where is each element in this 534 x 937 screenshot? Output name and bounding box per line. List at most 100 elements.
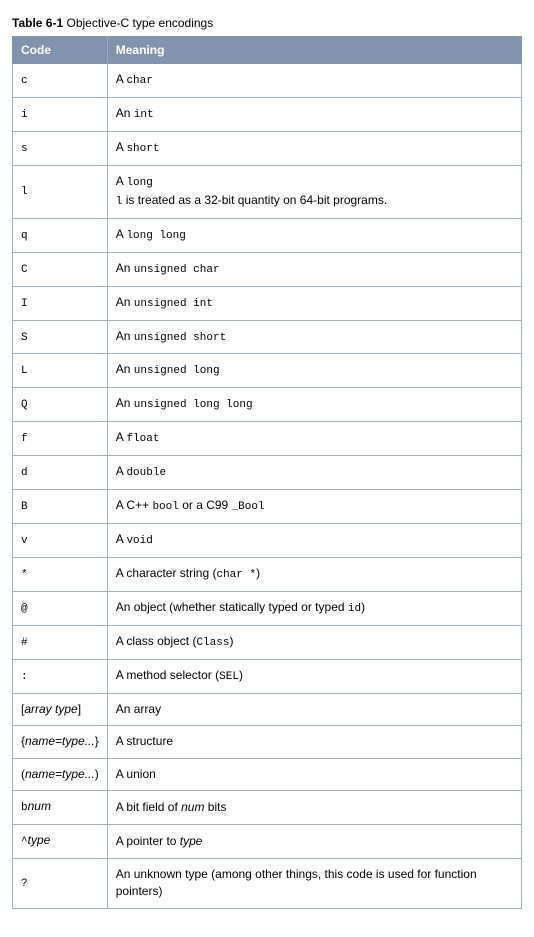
text: An unknown type (among other things, thi… xyxy=(116,867,477,898)
cell-meaning: An unknown type (among other things, thi… xyxy=(107,858,521,908)
table-row: [array type]An array xyxy=(13,693,522,725)
code-literal: ? xyxy=(21,878,28,890)
text: A xyxy=(116,532,127,546)
cell-code: Q xyxy=(13,388,108,422)
text: An xyxy=(116,106,134,120)
code-literal: Q xyxy=(21,399,28,411)
text: A xyxy=(116,174,127,188)
table-row: ? An unknown type (among other things, th… xyxy=(13,858,522,908)
table-row: cA char xyxy=(13,64,522,98)
text: A xyxy=(116,464,127,478)
cell-meaning: A union xyxy=(107,758,521,790)
table-row: SAn unsigned short xyxy=(13,320,522,354)
cell-meaning: An unsigned char xyxy=(107,252,521,286)
code-literal: q xyxy=(21,230,28,242)
cell-code: ^type xyxy=(13,824,108,858)
text: A pointer to xyxy=(116,834,180,848)
text: A xyxy=(116,227,127,241)
code-literal: _Bool xyxy=(232,501,265,513)
cell-code: @ xyxy=(13,592,108,626)
cell-code: q xyxy=(13,218,108,252)
table-row: LAn unsigned long xyxy=(13,354,522,388)
placeholder-text: type xyxy=(180,834,203,848)
placeholder-text: array type xyxy=(24,702,77,716)
code-literal: # xyxy=(21,637,28,649)
table-row: fA float xyxy=(13,422,522,456)
text: A xyxy=(116,140,127,154)
text: ) xyxy=(256,566,260,580)
cell-code: v xyxy=(13,524,108,558)
text: ) xyxy=(361,600,365,614)
code-literal: I xyxy=(21,298,28,310)
placeholder-text: name=type... xyxy=(25,767,95,781)
cell-code: d xyxy=(13,456,108,490)
table-row: v A void xyxy=(13,524,522,558)
code-literal: S xyxy=(21,332,28,344)
col-header-code: Code xyxy=(13,37,108,64)
placeholder-text: name=type... xyxy=(25,734,95,748)
cell-code: f xyxy=(13,422,108,456)
text: ] xyxy=(78,702,81,716)
code-literal: char xyxy=(126,75,152,87)
cell-meaning: An unsigned long long xyxy=(107,388,521,422)
text: } xyxy=(95,734,99,748)
text: A C++ xyxy=(116,498,153,512)
cell-meaning: A short xyxy=(107,131,521,165)
code-literal: d xyxy=(21,467,28,479)
text: ) xyxy=(229,634,233,648)
col-header-meaning: Meaning xyxy=(107,37,521,64)
table-row: ^typeA pointer to type xyxy=(13,824,522,858)
cell-code: S xyxy=(13,320,108,354)
code-literal: float xyxy=(126,433,159,445)
cell-code: I xyxy=(13,286,108,320)
text: An xyxy=(116,396,134,410)
placeholder-text: type xyxy=(28,833,51,847)
text: A method selector ( xyxy=(116,668,219,682)
text: or a C99 xyxy=(179,498,232,512)
text: An object (whether statically typed or t… xyxy=(116,600,348,614)
cell-meaning: A method selector (SEL) xyxy=(107,659,521,693)
cell-meaning: An array xyxy=(107,693,521,725)
table-row: iAn int xyxy=(13,97,522,131)
text: ) xyxy=(239,668,243,682)
table-number: Table 6-1 xyxy=(12,16,63,30)
code-literal: unsigned char xyxy=(134,264,220,276)
table-row: (name=type...)A union xyxy=(13,758,522,790)
code-literal: double xyxy=(126,467,166,479)
table-row: Q An unsigned long long xyxy=(13,388,522,422)
code-literal: unsigned short xyxy=(134,332,226,344)
cell-code: l xyxy=(13,165,108,218)
code-literal: s xyxy=(21,143,28,155)
cell-code: bnum xyxy=(13,790,108,824)
table-row: *A character string (char *) xyxy=(13,558,522,592)
code-literal: unsigned long long xyxy=(134,399,253,411)
cell-code: * xyxy=(13,558,108,592)
text: A structure xyxy=(116,734,173,748)
table-row: lA longl is treated as a 32-bit quantity… xyxy=(13,165,522,218)
text: ) xyxy=(95,767,99,781)
table-header-row: Code Meaning xyxy=(13,37,522,64)
table-head: Code Meaning xyxy=(13,37,522,64)
cell-code: C xyxy=(13,252,108,286)
cell-meaning: A void xyxy=(107,524,521,558)
cell-code: (name=type...) xyxy=(13,758,108,790)
code-literal: v xyxy=(21,535,28,547)
cell-meaning: A structure xyxy=(107,726,521,758)
table-row: s A short xyxy=(13,131,522,165)
cell-meaning: A bit field of num bits xyxy=(107,790,521,824)
code-literal: ^ xyxy=(21,836,28,848)
placeholder-text: num xyxy=(181,800,204,814)
code-literal: Class xyxy=(196,637,229,649)
cell-meaning: An unsigned long xyxy=(107,354,521,388)
cell-meaning: An unsigned int xyxy=(107,286,521,320)
code-literal: l xyxy=(21,186,28,198)
cell-code: # xyxy=(13,625,108,659)
code-literal: unsigned long xyxy=(134,365,220,377)
code-literal: unsigned int xyxy=(134,298,213,310)
cell-meaning: A C++ bool or a C99 _Bool xyxy=(107,490,521,524)
table-row: #A class object (Class) xyxy=(13,625,522,659)
table-row: bnumA bit field of num bits xyxy=(13,790,522,824)
table-caption: Table 6-1 Objective-C type encodings xyxy=(12,16,522,30)
cell-code: {name=type...} xyxy=(13,726,108,758)
code-literal: B xyxy=(21,501,28,513)
